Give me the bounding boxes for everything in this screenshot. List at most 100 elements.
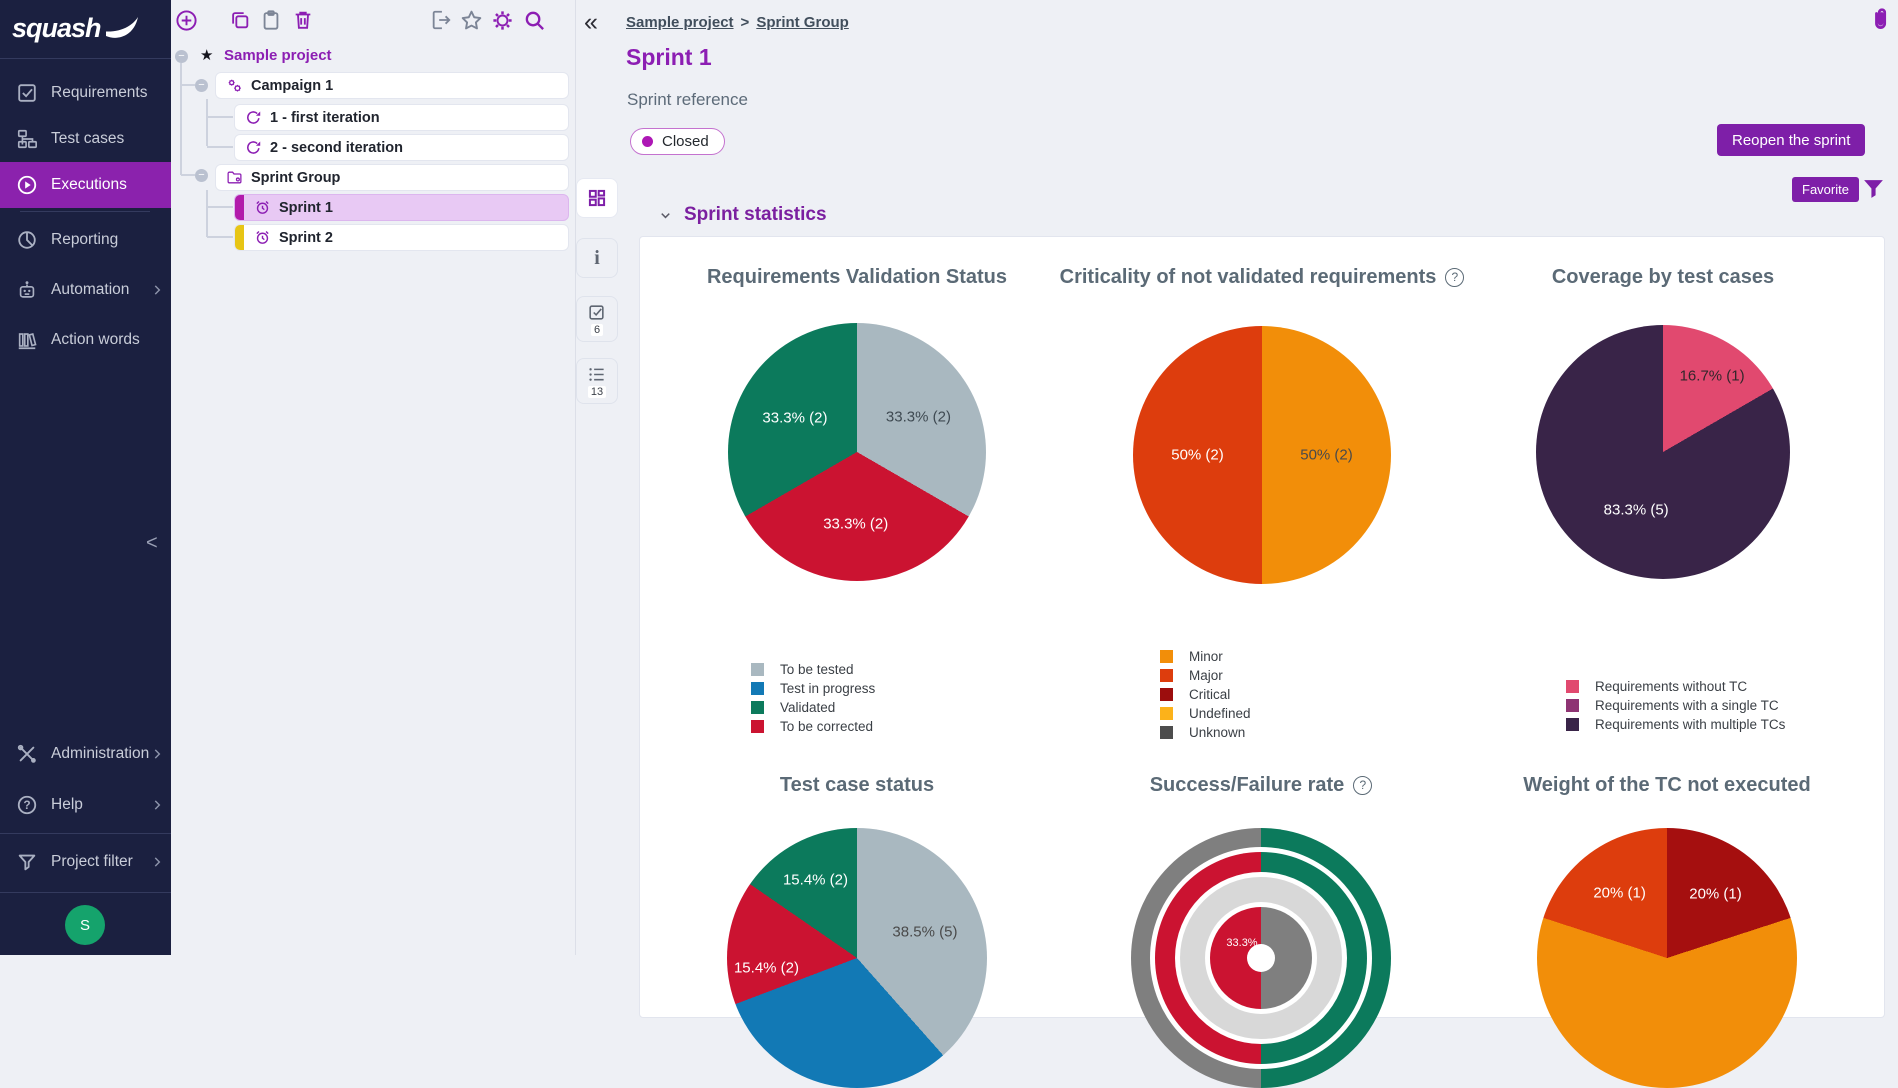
sidebar-collapse-icon[interactable]: < [146, 532, 158, 555]
tree-item-sprint-group[interactable]: Sprint Group [215, 164, 569, 191]
breadcrumb-project-link[interactable]: Sample project [626, 14, 734, 31]
user-avatar[interactable]: S [65, 905, 105, 945]
collapse-toggle[interactable]: − [195, 169, 208, 182]
tab-list[interactable]: 13 [576, 358, 618, 404]
sidebar-item-requirements[interactable]: Requirements [0, 70, 171, 116]
logo-text: squash [12, 13, 101, 44]
sidebar-item-executions[interactable]: Executions [0, 162, 171, 208]
tree-item-campaign[interactable]: Campaign 1 [215, 72, 569, 99]
tab-information[interactable]: i [576, 238, 618, 278]
delete-icon[interactable] [292, 9, 315, 32]
sidebar-item-label: Reporting [51, 231, 118, 249]
tree-guide [207, 206, 233, 208]
tab-badge: 13 [588, 386, 606, 398]
svg-text:?: ? [23, 798, 30, 812]
tree-guide [207, 236, 233, 238]
sprint-color-bar [235, 195, 244, 220]
list-icon [587, 365, 607, 385]
chevron-right-icon [150, 283, 164, 297]
copy-icon[interactable] [229, 9, 252, 32]
tree-item-sprint-1[interactable]: Sprint 1 [234, 194, 569, 221]
tree-guide [207, 116, 233, 118]
sidebar-item-label: Project filter [51, 853, 133, 871]
dashboard-filter-icon[interactable] [1861, 176, 1886, 201]
breadcrumb-separator: > [741, 14, 750, 31]
tree-item-label: Sprint Group [251, 170, 340, 186]
sidebar-item-label: Action words [51, 331, 140, 349]
divider [20, 211, 150, 212]
statistics-card [639, 236, 1885, 1018]
sidebar-item-automation[interactable]: Automation [0, 267, 171, 313]
breadcrumb-parent-link[interactable]: Sprint Group [756, 14, 849, 31]
page-title: Sprint 1 [626, 44, 712, 71]
add-icon[interactable] [175, 9, 198, 32]
action-words-icon [16, 329, 38, 351]
tree-item-label: Campaign 1 [251, 78, 333, 94]
sidebar-item-help[interactable]: ? Help [0, 782, 171, 828]
administration-icon [16, 743, 38, 765]
breadcrumb: Sample project > Sprint Group [626, 14, 849, 31]
info-icon: i [594, 248, 600, 268]
tree-guide [207, 146, 233, 148]
filter-icon [16, 851, 38, 873]
tree-guide [206, 99, 208, 146]
tab-dashboard[interactable] [576, 178, 618, 218]
export-icon[interactable] [430, 9, 453, 32]
status-badge: Closed [630, 128, 725, 155]
divider [0, 833, 171, 834]
divider [0, 892, 171, 893]
tree-project-label[interactable]: Sample project [224, 47, 332, 64]
automation-icon [16, 279, 38, 301]
sidebar-item-label: Executions [51, 176, 127, 194]
section-title: Sprint statistics [684, 204, 827, 226]
chevron-right-icon [150, 798, 164, 812]
sprint-icon [254, 229, 271, 246]
help-icon: ? [16, 794, 38, 816]
tree-item-sprint-2[interactable]: Sprint 2 [234, 224, 569, 251]
sidebar-item-project-filter[interactable]: Project filter [0, 839, 171, 885]
search-icon[interactable] [523, 9, 546, 32]
tree-guide [181, 84, 195, 86]
gear-icon[interactable] [491, 9, 514, 32]
sidebar-item-administration[interactable]: Administration [0, 731, 171, 777]
tab-test-plan[interactable]: 6 [576, 296, 618, 342]
tree-item-iteration-1[interactable]: 1 - first iteration [234, 104, 569, 131]
tree-guide [206, 190, 208, 237]
collapse-toggle[interactable]: − [175, 50, 188, 63]
star-icon[interactable] [460, 9, 483, 32]
tree-panel: − ★ Sample project − Campaign 1 1 - firs… [171, 0, 576, 955]
sidebar-item-label: Help [51, 796, 83, 814]
tree-guide [181, 174, 195, 176]
chevron-down-icon [658, 208, 673, 223]
test-cases-icon [16, 128, 38, 150]
section-sprint-statistics[interactable]: Sprint statistics [658, 204, 827, 226]
tree-item-iteration-2[interactable]: 2 - second iteration [234, 134, 569, 161]
sprint-icon [254, 199, 271, 216]
favorite-button[interactable]: Favorite [1792, 177, 1859, 202]
tree-item-label: 2 - second iteration [270, 140, 403, 156]
attachment-paperclip-icon[interactable] [1866, 6, 1894, 34]
tree-item-label: Sprint 1 [279, 200, 333, 216]
status-dot-icon [642, 136, 653, 147]
sidebar-item-test-cases[interactable]: Test cases [0, 116, 171, 162]
sprint-group-folder-icon [226, 169, 243, 186]
sidebar-item-reporting[interactable]: Reporting [0, 217, 171, 263]
executions-icon [16, 174, 38, 196]
sidebar-item-label: Test cases [51, 130, 124, 148]
campaign-icon [226, 77, 243, 94]
collapse-toggle[interactable]: − [195, 79, 208, 92]
chevron-right-icon [150, 855, 164, 869]
squash-logo[interactable]: squash [12, 10, 140, 46]
collapse-panel-icon[interactable]: « [584, 8, 598, 37]
project-star-icon: ★ [200, 46, 213, 64]
sprint-color-bar [235, 225, 244, 250]
sidebar-item-action-words[interactable]: Action words [0, 317, 171, 363]
paste-icon[interactable] [260, 9, 283, 32]
chevron-right-icon [150, 747, 164, 761]
page-subtitle: Sprint reference [627, 90, 748, 110]
dashboard-grid-icon [587, 188, 607, 208]
logo-swoosh-icon [104, 10, 140, 46]
iteration-icon [245, 139, 262, 156]
tree-guide [180, 63, 182, 175]
reopen-sprint-button[interactable]: Reopen the sprint [1717, 124, 1865, 156]
